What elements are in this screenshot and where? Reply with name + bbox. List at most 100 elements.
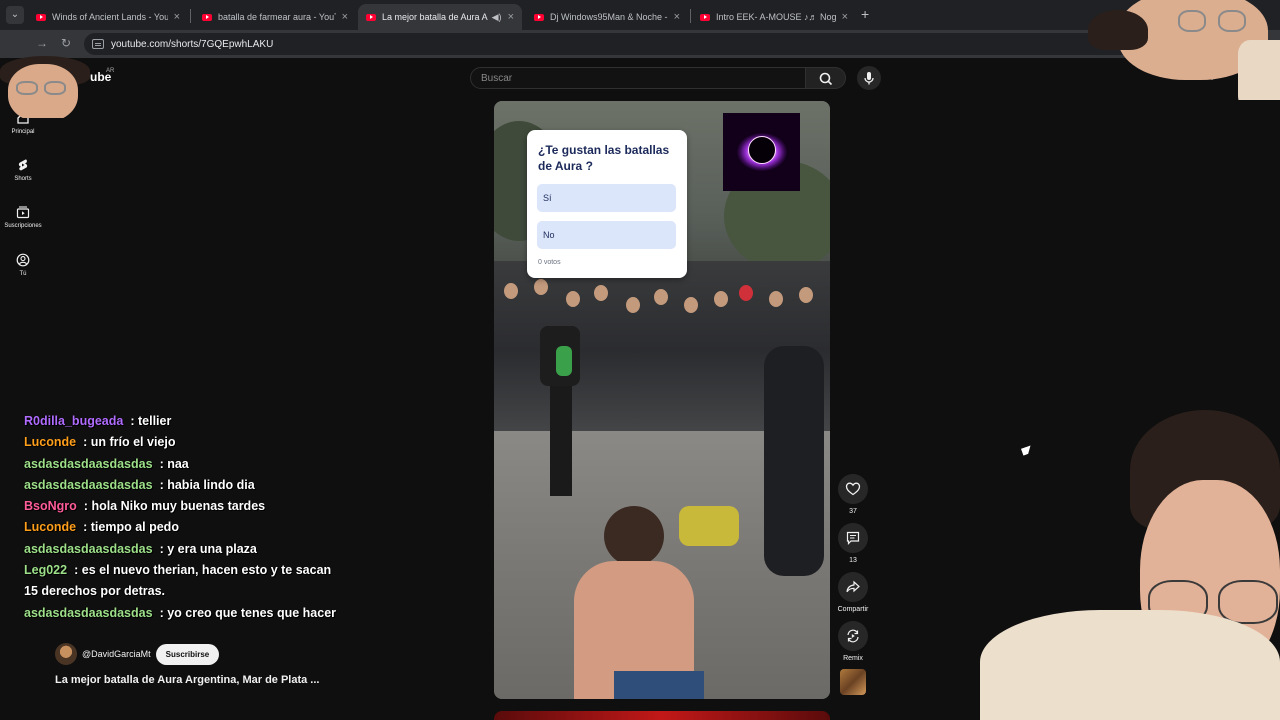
chat-message: asdasdasdaasdasdas: habia lindo dia: [24, 475, 344, 496]
tab-title: Intro EEK- A-MOUSE ♪♬ Nog: [716, 12, 836, 22]
youtube-favicon-icon: [366, 13, 376, 21]
shorts-icon: [18, 159, 28, 171]
close-tab-icon[interactable]: ×: [842, 11, 848, 23]
site-info-icon[interactable]: [92, 39, 104, 49]
streamer-glasses-lens: [1218, 580, 1278, 624]
crowd-head: [654, 289, 668, 305]
poll-option-no[interactable]: No: [537, 221, 676, 249]
close-tab-icon[interactable]: ×: [508, 11, 514, 23]
guide-label: Tú: [19, 271, 27, 277]
streamer-shirt: [980, 610, 1280, 720]
sound-source-thumbnail[interactable]: [840, 669, 866, 695]
video-title[interactable]: La mejor batalla de Aura Argentina, Mar …: [55, 674, 319, 686]
address-bar[interactable]: youtube.com/shorts/7GQEpwhLAKU: [84, 33, 1164, 55]
browser-tab[interactable]: Dj Windows95Man & Noche - Y ×: [526, 4, 688, 30]
youtube-favicon-icon: [202, 13, 212, 21]
glasses-lens: [44, 81, 66, 95]
guide-label: Principal: [11, 129, 35, 135]
tab-divider: [690, 9, 691, 23]
chat-separator: :: [159, 456, 164, 471]
chat-username: Luconde: [24, 520, 77, 535]
chat-text: un frío el viejo: [90, 435, 176, 450]
crowd-head: [739, 285, 753, 301]
browser-tab[interactable]: Winds of Ancient Lands - YouTu ×: [28, 4, 188, 30]
chat-separator: :: [83, 435, 88, 450]
streamer-webcam: [980, 410, 1280, 720]
youtube-favicon-icon: [534, 13, 544, 21]
reload-icon[interactable]: ↻: [61, 36, 71, 50]
chat-text: habia lindo dia: [167, 477, 255, 492]
search-input[interactable]: Buscar: [470, 67, 806, 89]
chat-username: Leg022: [24, 563, 68, 578]
chat-username: BsoNgro: [24, 499, 77, 514]
video-person: [556, 346, 572, 376]
video-person: [614, 671, 704, 699]
speaker-icon[interactable]: ◀): [492, 12, 502, 23]
guide-item-you[interactable]: Tú: [0, 252, 46, 277]
crowd-head: [594, 285, 608, 301]
browser-tab-active[interactable]: La mejor batalla de Aura Ar ◀) ×: [358, 4, 522, 30]
chat-text: tellier: [138, 414, 172, 428]
forward-icon[interactable]: →: [36, 36, 48, 50]
chat-username: asdasdasdaasdasdas: [24, 541, 153, 556]
chat-username: R0dilla_bugeada: [24, 414, 124, 428]
crowd-head: [534, 279, 548, 295]
youtube-favicon-icon: [700, 13, 710, 21]
chat-message: asdasdasdaasdasdas: y era una plaza: [24, 539, 344, 560]
chat-username: asdasdasdaasdasdas: [24, 605, 153, 620]
video-person: [604, 506, 664, 566]
like-button[interactable]: 37: [837, 474, 869, 515]
stream-chat-overlay: R0dilla_bugeada: tellier Luconde: un frío…: [24, 411, 344, 624]
youtube-favicon-icon: [36, 13, 46, 21]
crowd-head: [799, 287, 813, 303]
face-shirt: [1238, 40, 1280, 100]
comments-button[interactable]: 13: [837, 523, 869, 564]
chat-username: asdasdasdaasdasdas: [24, 477, 153, 492]
chat-text: es el nuevo therian, hacen esto y te sac…: [24, 563, 332, 599]
guide-label: Shorts: [14, 176, 32, 182]
close-tab-icon[interactable]: ×: [342, 11, 348, 23]
next-short-preview[interactable]: [494, 711, 830, 720]
video-clothing: [679, 506, 739, 546]
glasses-lens: [1218, 10, 1246, 32]
chat-message: Luconde: tiempo al pedo: [24, 517, 344, 538]
comment-icon: [846, 531, 860, 545]
chat-text: hola Niko muy buenas tardes: [91, 499, 266, 514]
browser-tab[interactable]: batalla de farmear aura - YouTu ×: [194, 4, 356, 30]
search-placeholder: Buscar: [481, 73, 513, 84]
close-tab-icon[interactable]: ×: [674, 11, 680, 23]
tab-title: Winds of Ancient Lands - YouTu: [52, 12, 168, 22]
subscriptions-icon: [16, 206, 30, 219]
tab-divider: [190, 9, 191, 23]
remix-button[interactable]: Remix: [837, 621, 869, 662]
chat-separator: :: [83, 499, 88, 514]
crowd-head: [684, 297, 698, 313]
subscribe-button[interactable]: Suscribirse: [155, 643, 220, 665]
chat-message: asdasdasdaasdasdas: naa: [24, 454, 344, 475]
channel-avatar[interactable]: [55, 643, 77, 665]
guide-item-subscriptions[interactable]: Suscripciones: [0, 204, 46, 229]
video-person: [550, 386, 572, 496]
overlay-eclipse-image: [723, 113, 800, 191]
crowd-head: [504, 283, 518, 299]
microphone-icon: [864, 72, 874, 85]
new-tab-button[interactable]: +: [861, 6, 869, 22]
face-hair: [1088, 10, 1148, 50]
poll-option-yes[interactable]: Sí: [537, 184, 676, 212]
close-tab-icon[interactable]: ×: [174, 11, 180, 23]
guide-item-shorts[interactable]: Shorts: [0, 157, 46, 182]
share-button[interactable]: Compartir: [837, 572, 869, 613]
chat-message: asdasdasdaasdasdas: yo creo que tenes qu…: [24, 603, 344, 624]
webcam-face-overlay: [1088, 0, 1280, 100]
chat-separator: :: [83, 520, 88, 535]
chat-separator: :: [159, 541, 164, 556]
channel-name[interactable]: @DavidGarciaMt: [82, 649, 151, 659]
browser-tab[interactable]: Intro EEK- A-MOUSE ♪♬ Nog ×: [692, 4, 856, 30]
chat-message: Luconde: un frío el viejo: [24, 432, 344, 453]
tab-search-icon[interactable]: ⌄: [6, 6, 24, 24]
url-text: youtube.com/shorts/7GQEpwhLAKU: [111, 38, 274, 50]
voice-search-button[interactable]: [857, 66, 881, 90]
search-button[interactable]: [806, 67, 846, 89]
crowd-head: [769, 291, 783, 307]
glasses-lens: [16, 81, 38, 95]
